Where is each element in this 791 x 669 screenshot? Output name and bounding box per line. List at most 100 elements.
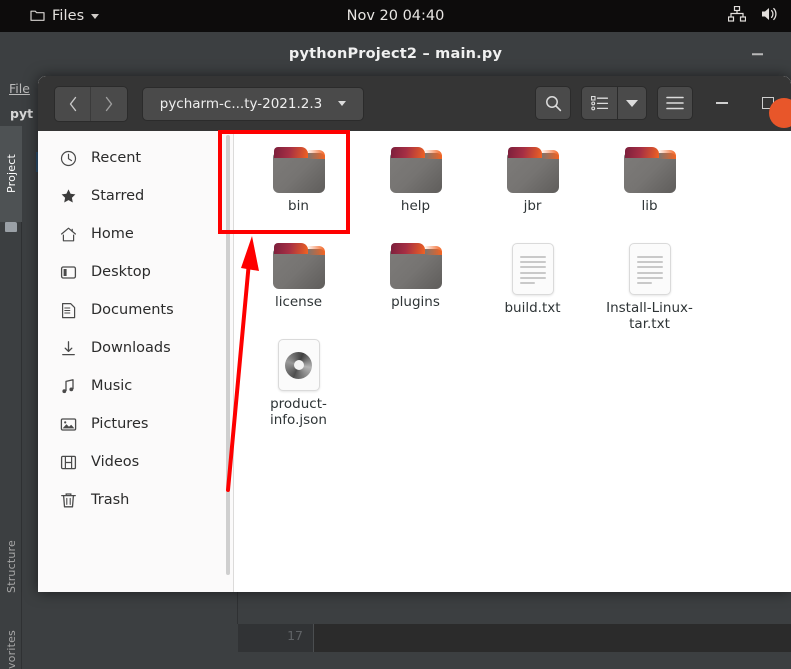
sidebar-item-pictures[interactable]: Pictures (38, 405, 233, 443)
file-item-bin[interactable]: bin (240, 141, 357, 237)
chevron-left-icon (69, 96, 76, 111)
sidebar-scrollbar[interactable] (226, 135, 230, 575)
view-mode-button[interactable] (581, 86, 617, 120)
hamburger-menu-icon (666, 96, 684, 110)
toolwindow-label-favorites: Favorites (4, 630, 18, 669)
film-icon (60, 454, 77, 471)
places-sidebar: Recent Starred Home Desktop Documents Do… (38, 131, 234, 592)
sidebar-item-label: Videos (91, 454, 140, 470)
download-arrow-icon (60, 340, 77, 357)
clock-label[interactable]: Nov 20 04:40 (0, 8, 791, 24)
file-item-lib[interactable]: lib (591, 141, 708, 237)
folder-icon (272, 147, 325, 193)
text-file-icon (628, 243, 671, 295)
sidebar-item-starred[interactable]: Starred (38, 177, 233, 215)
file-item-label: bin (288, 198, 309, 214)
pycharm-title: pythonProject2 – main.py (288, 46, 503, 62)
toolwindow-button-favorites[interactable]: Favorites (0, 616, 22, 669)
folder-icon (389, 147, 442, 193)
network-wired-icon[interactable] (727, 5, 747, 26)
pycharm-toolwindow-strip: Project Structure Favorites ★ (0, 126, 22, 669)
sidebar-item-home[interactable]: Home (38, 215, 233, 253)
file-item-label: Install-Linux-tar.txt (606, 300, 693, 332)
window-minimize-icon[interactable] (752, 53, 763, 55)
sidebar-item-label: Documents (91, 302, 174, 318)
app-menu-label: Files (52, 8, 85, 24)
file-item-help[interactable]: help (357, 141, 474, 237)
pycharm-status-bar (22, 652, 791, 669)
files-headerbar: pycharm-c...ty-2021.2.3 (38, 76, 791, 131)
editor-line-number: 17 (287, 628, 303, 643)
sidebar-item-recent[interactable]: Recent (38, 139, 233, 177)
sidebar-item-label: Pictures (91, 416, 149, 432)
file-item-jbr[interactable]: jbr (474, 141, 591, 237)
file-item-label: lib (641, 198, 658, 214)
forward-button[interactable] (91, 86, 127, 121)
sidebar-item-label: Desktop (91, 264, 151, 280)
folder-icon (30, 7, 45, 26)
sidebar-item-label: Starred (91, 188, 145, 204)
gnome-top-bar: Files Nov 20 04:40 (0, 0, 791, 32)
search-button[interactable] (535, 86, 571, 120)
folder-icon (272, 243, 325, 289)
file-item-label: plugins (391, 294, 440, 310)
project-folder-icon (5, 222, 17, 232)
toolwindow-label-project: Project (4, 154, 18, 194)
volume-speaker-icon[interactable] (760, 6, 779, 26)
sidebar-item-downloads[interactable]: Downloads (38, 329, 233, 367)
toolwindow-button-project[interactable]: Project (0, 126, 22, 222)
picture-icon (60, 416, 77, 433)
files-window: pycharm-c...ty-2021.2.3 Recent Starred H… (38, 76, 791, 592)
screen: Files Nov 20 04:40 pythonProject2 – main… (0, 0, 791, 669)
file-item-install-linux-tar-txt[interactable]: Install-Linux-tar.txt (591, 237, 708, 333)
path-bar-button[interactable]: pycharm-c...ty-2021.2.3 (142, 86, 364, 121)
status-indicators[interactable] (727, 0, 779, 32)
star-icon (60, 188, 77, 205)
sidebar-item-desktop[interactable]: Desktop (38, 253, 233, 291)
folder-icon (623, 147, 676, 193)
window-minimize-icon (716, 102, 728, 104)
sidebar-item-label: Recent (91, 150, 142, 166)
file-item-build-txt[interactable]: build.txt (474, 237, 591, 333)
caret-down-icon[interactable] (338, 101, 347, 106)
menu-file[interactable]: File (4, 81, 35, 96)
sidebar-item-music[interactable]: Music (38, 367, 233, 405)
view-dropdown-button[interactable] (617, 86, 647, 120)
sidebar-item-documents[interactable]: Documents (38, 291, 233, 329)
file-item-product-info-json[interactable]: product-info.json (240, 333, 357, 429)
chevron-right-icon (105, 96, 113, 111)
trash-icon (60, 492, 77, 509)
sidebar-item-videos[interactable]: Videos (38, 443, 233, 481)
sidebar-item-label: Music (91, 378, 133, 394)
main-menu-button[interactable] (657, 86, 693, 120)
search-icon (545, 95, 561, 111)
file-item-label: product-info.json (270, 396, 327, 428)
file-item-label: help (400, 198, 431, 214)
caret-down-icon (626, 99, 638, 107)
window-close-button[interactable] (769, 98, 791, 128)
clock-icon (60, 150, 77, 167)
window-minimize-button[interactable] (705, 86, 739, 120)
toolwindow-label-structure: Structure (4, 539, 18, 593)
file-item-label: jbr (523, 198, 542, 214)
sidebar-item-label: Downloads (91, 340, 171, 356)
pycharm-titlebar: pythonProject2 – main.py (0, 32, 791, 76)
file-item-license[interactable]: license (240, 237, 357, 333)
text-file-icon (511, 243, 554, 295)
menu-file-label: File (9, 80, 30, 96)
file-grid: bin help jbr lib license plugins build.t… (234, 131, 791, 592)
navigation-buttons (54, 85, 128, 122)
sidebar-item-label: Home (91, 226, 134, 242)
file-item-label: license (274, 294, 323, 310)
list-view-icon (591, 95, 608, 110)
app-menu-button[interactable]: Files (0, 7, 100, 26)
toolwindow-button-structure[interactable]: Structure (0, 526, 22, 606)
json-file-icon (277, 339, 320, 391)
file-item-plugins[interactable]: plugins (357, 237, 474, 333)
sidebar-item-trash[interactable]: Trash (38, 481, 233, 519)
sidebar-item-label: Trash (91, 492, 130, 508)
folder-icon (389, 243, 442, 289)
path-bar-label: pycharm-c...ty-2021.2.3 (159, 95, 323, 112)
headerbar-controls (525, 86, 791, 128)
back-button[interactable] (55, 86, 91, 121)
